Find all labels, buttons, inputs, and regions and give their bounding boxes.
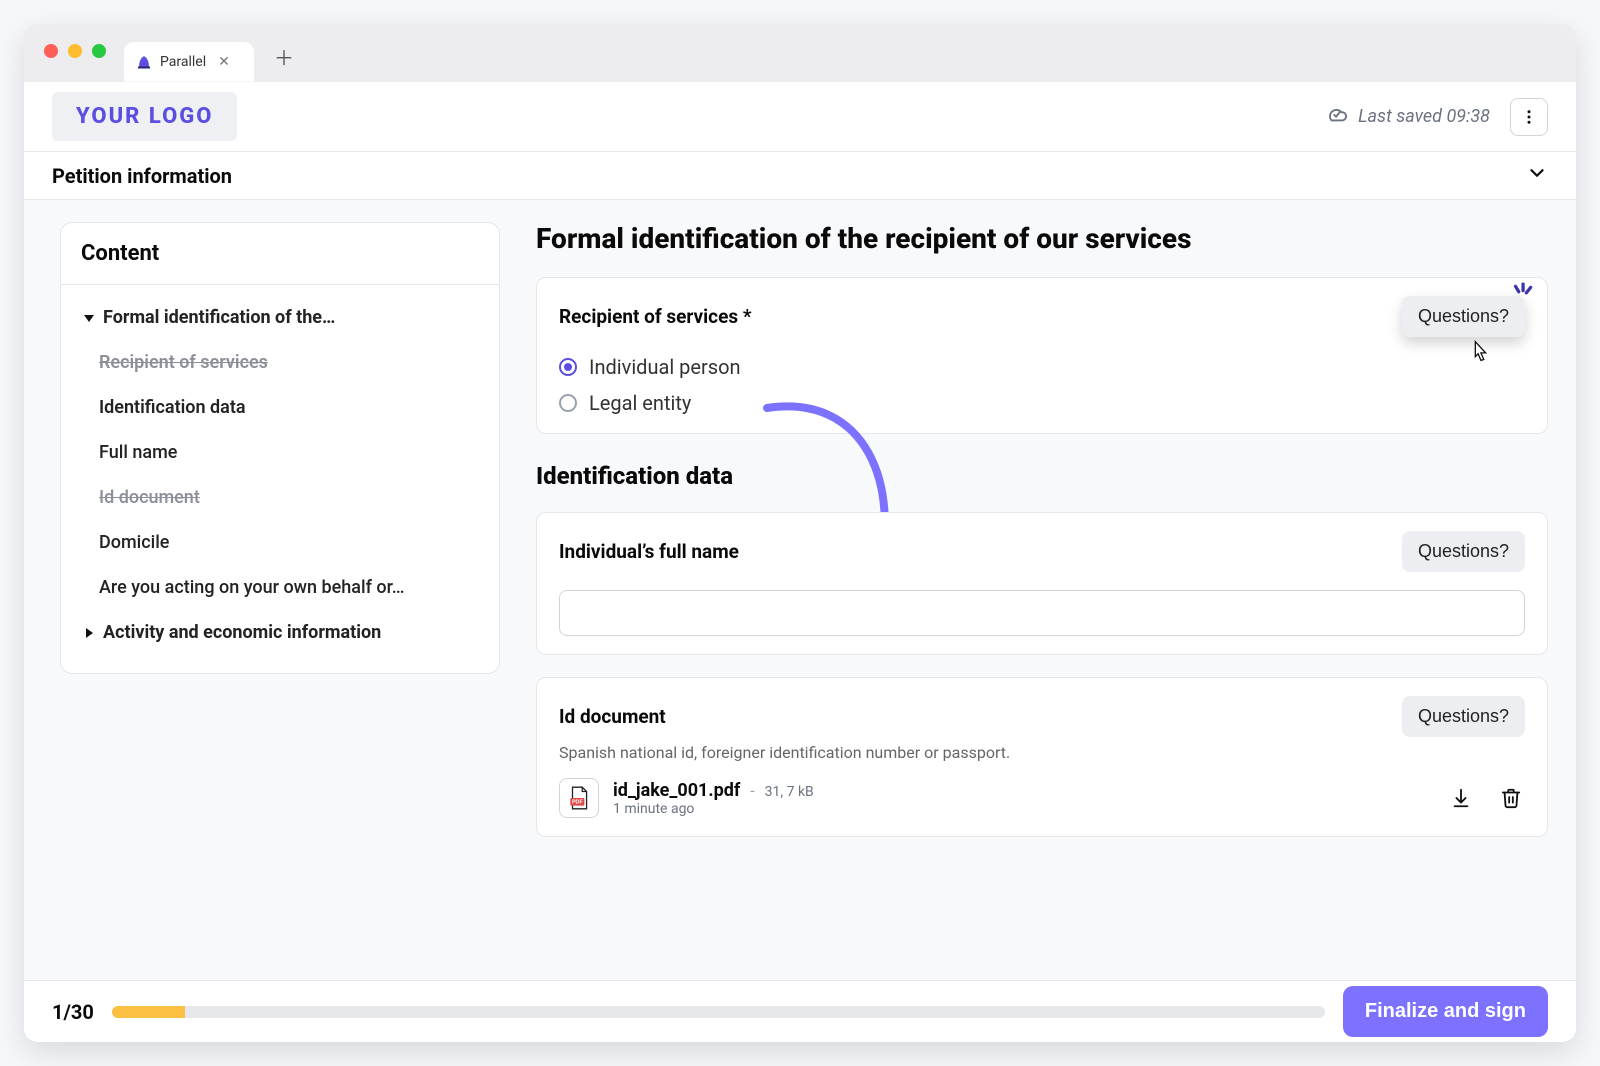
card-full-name: Individual’s full name Questions? <box>536 512 1548 655</box>
radio-checked-icon <box>559 358 577 376</box>
app-header: YOUR LOGO Last saved 09:38 <box>24 82 1576 152</box>
pdf-file-icon: PDF <box>559 778 599 818</box>
option-legal-entity[interactable]: Legal entity <box>559 391 1525 415</box>
toc-list: Formal identification of the… Recipient … <box>61 285 499 673</box>
page-count: 1/30 <box>52 1000 94 1024</box>
file-name: id_jake_001.pdf <box>613 780 740 801</box>
close-window-button[interactable] <box>44 44 58 58</box>
toc-item-full-name[interactable]: Full name <box>69 430 491 475</box>
toc-item-label: Recipient of services <box>99 352 268 373</box>
finalize-and-sign-button[interactable]: Finalize and sign <box>1343 986 1548 1037</box>
section-identification-data: Identification data <box>536 462 1548 490</box>
maximize-window-button[interactable] <box>92 44 106 58</box>
last-saved: Last saved 09:38 <box>1326 103 1490 130</box>
app-window: Parallel ✕ ＋ YOUR LOGO Last saved 09:38 <box>24 24 1576 1042</box>
chevron-down-icon <box>1526 162 1548 189</box>
header-right: Last saved 09:38 <box>1326 98 1548 136</box>
toc-item-label: Are you acting on your own behalf or… <box>99 577 404 598</box>
toc-item-domicile[interactable]: Domicile <box>69 520 491 565</box>
option-label: Legal entity <box>589 391 691 415</box>
toc-item-label: Activity and economic information <box>103 622 381 643</box>
card-label: Recipient of services * <box>559 305 751 328</box>
more-menu-button[interactable] <box>1510 98 1548 136</box>
delete-file-button[interactable] <box>1497 784 1525 812</box>
toc-item-label: Full name <box>99 442 177 463</box>
petition-info-bar[interactable]: Petition information <box>24 152 1576 200</box>
file-uploaded-time: 1 minute ago <box>613 801 814 817</box>
toc-item-identification-data[interactable]: Identification data <box>69 385 491 430</box>
minimize-window-button[interactable] <box>68 44 82 58</box>
recipient-options: Individual person Legal entity <box>559 355 1525 415</box>
petition-info-title: Petition information <box>52 164 232 188</box>
last-saved-text: Last saved 09:38 <box>1358 106 1490 127</box>
questions-button[interactable]: Questions? <box>1402 696 1525 737</box>
parallel-favicon-icon <box>136 54 152 70</box>
uploaded-file-row: PDF id_jake_001.pdf - 31, 7 kB 1 minute … <box>559 778 1525 818</box>
svg-text:PDF: PDF <box>572 800 584 806</box>
browser-tab-active[interactable]: Parallel ✕ <box>124 42 254 82</box>
browser-tab-title: Parallel <box>160 54 206 70</box>
app-body: Content Formal identification of the… Re… <box>24 200 1576 980</box>
logo: YOUR LOGO <box>52 92 237 141</box>
close-tab-icon[interactable]: ✕ <box>214 52 234 72</box>
card-description: Spanish national id, foreigner identific… <box>559 743 1525 762</box>
questions-button[interactable]: Questions? <box>1402 296 1525 337</box>
cloud-icon <box>1326 103 1348 130</box>
card-id-document: Id document Questions? Spanish national … <box>536 677 1548 837</box>
browser-tabs: Parallel ✕ ＋ <box>124 24 300 82</box>
questions-button[interactable]: Questions? <box>1402 531 1525 572</box>
caret-right-icon <box>83 627 95 639</box>
window-controls <box>44 44 106 58</box>
option-individual-person[interactable]: Individual person <box>559 355 1525 379</box>
toc-item-label: Identification data <box>99 397 246 418</box>
toc-title: Content <box>61 223 499 285</box>
cursor-pointer-icon <box>1465 336 1495 370</box>
content-toc: Content Formal identification of the… Re… <box>60 222 500 674</box>
toc-item-recipient[interactable]: Recipient of services <box>69 340 491 385</box>
file-size: 31, 7 kB <box>765 784 814 800</box>
toc-item-label: Id document <box>99 487 200 508</box>
toc-item-label: Formal identification of the… <box>103 307 335 328</box>
toc-section-activity[interactable]: Activity and economic information <box>69 610 491 655</box>
toc-section-formal-identification[interactable]: Formal identification of the… <box>69 295 491 340</box>
download-file-button[interactable] <box>1447 784 1475 812</box>
browser-chrome: Parallel ✕ ＋ <box>24 24 1576 82</box>
separator: - <box>750 781 754 800</box>
toc-item-behalf[interactable]: Are you acting on your own behalf or… <box>69 565 491 610</box>
caret-down-icon <box>83 312 95 324</box>
main-panel: Formal identification of the recipient o… <box>536 222 1548 980</box>
sparkle-icon <box>1509 282 1535 312</box>
card-label: Individual’s full name <box>559 540 739 563</box>
progress-bar <box>112 1006 1325 1018</box>
option-label: Individual person <box>589 355 741 379</box>
progress-fill <box>112 1006 185 1018</box>
new-tab-button[interactable]: ＋ <box>268 42 300 74</box>
card-recipient-of-services: Recipient of services * Questions? <box>536 277 1548 434</box>
full-name-input[interactable] <box>559 590 1525 636</box>
page-title: Formal identification of the recipient o… <box>536 222 1548 255</box>
card-label: Id document <box>559 705 666 728</box>
toc-item-id-document[interactable]: Id document <box>69 475 491 520</box>
app-footer: 1/30 Finalize and sign <box>24 980 1576 1042</box>
radio-unchecked-icon <box>559 394 577 412</box>
toc-item-label: Domicile <box>99 532 169 553</box>
